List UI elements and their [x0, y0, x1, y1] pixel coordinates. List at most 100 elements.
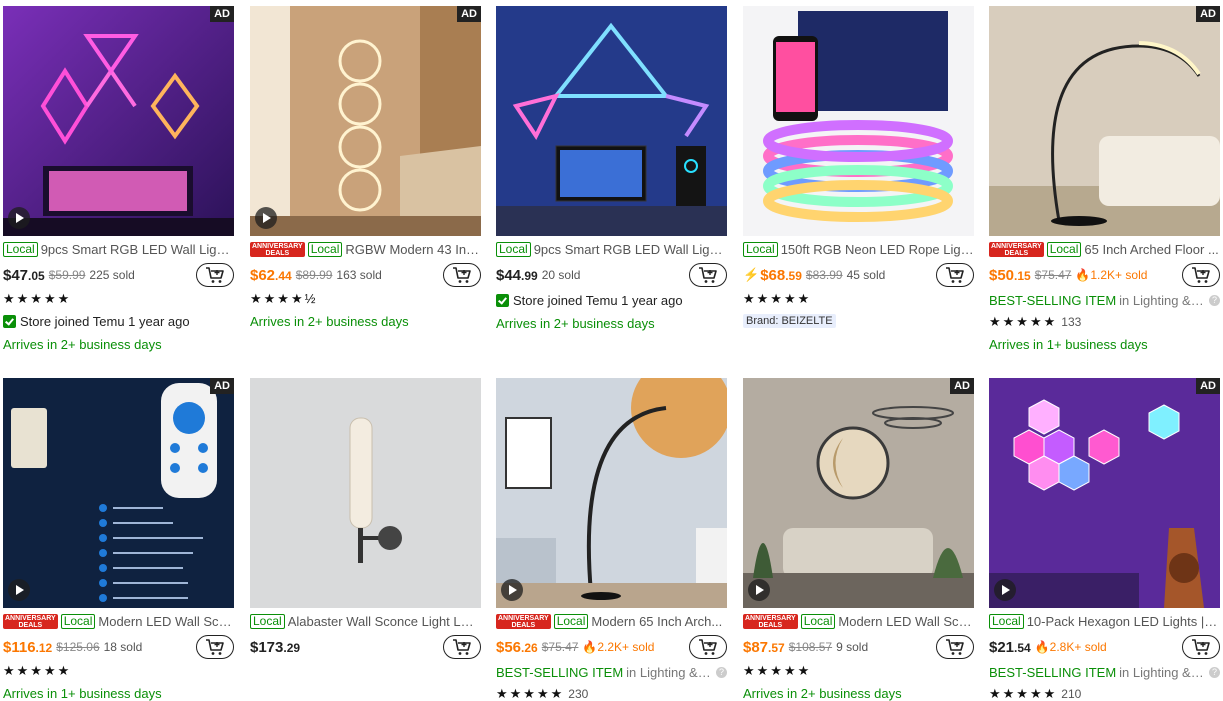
best-selling-row[interactable]: BEST-SELLING ITEM in Lighting & ...? — [989, 290, 1220, 310]
product-card[interactable]: AD ANNIVERSARY DEALS Local 65 Inch Arched Fl… — [989, 6, 1220, 354]
help-icon[interactable]: ? — [716, 666, 727, 678]
product-card[interactable]: AD ANNIVERSARY DEALS Local Modern LED Wall S… — [743, 378, 974, 701]
play-video-icon[interactable] — [501, 579, 523, 601]
product-title-row[interactable]: Local 9pcs Smart RGB LED Wall Light ... — [3, 241, 234, 258]
product-image[interactable] — [496, 378, 727, 608]
add-to-cart-button[interactable] — [689, 635, 727, 659]
local-badge: Local — [800, 614, 836, 629]
anniversary-deals-badge: ANNIVERSARY DEALS — [496, 614, 551, 629]
product-title-row[interactable]: ANNIVERSARY DEALS Local Modern LED Wall Sco… — [743, 613, 974, 630]
product-image[interactable] — [496, 6, 727, 236]
best-selling-label: BEST-SELLING ITEM — [989, 664, 1117, 680]
local-badge: Local — [553, 614, 589, 629]
product-title[interactable]: 9pcs Smart RGB LED Wall Light ... — [41, 242, 234, 257]
product-title-row[interactable]: ANNIVERSARY DEALS Local Modern LED Wall Sco… — [3, 613, 234, 630]
add-to-cart-button[interactable] — [196, 635, 234, 659]
add-to-cart-button[interactable] — [936, 635, 974, 659]
price: $62.44 — [250, 266, 292, 284]
rating-stars: ★★★★★ — [743, 663, 812, 678]
product-title[interactable]: 150ft RGB Neon LED Rope Light... — [781, 242, 974, 257]
local-badge: Local — [3, 242, 38, 257]
rating-stars: ★★★★★ — [3, 663, 72, 678]
product-image[interactable]: AD — [989, 6, 1220, 236]
product-card[interactable]: Local Alabaster Wall Sconce Light LED... $… — [250, 378, 481, 659]
rating-stars: ★★★★★ 230 — [496, 686, 589, 701]
best-selling-row[interactable]: BEST-SELLING ITEM in Lighting & ...? — [496, 662, 727, 682]
ad-badge: AD — [457, 6, 481, 22]
rating-stars: ★★★★★ — [3, 291, 72, 306]
review-count: 230 — [568, 687, 589, 701]
play-video-icon[interactable] — [994, 579, 1016, 601]
product-title[interactable]: Modern 65 Inch Arch... — [591, 614, 722, 629]
product-title[interactable]: 9pcs Smart RGB LED Wall Light ... — [534, 242, 727, 257]
product-title[interactable]: 65 Inch Arched Floor ... — [1084, 242, 1218, 257]
rating-stars: ★★★★★ — [743, 291, 812, 306]
product-card[interactable]: ANNIVERSARY DEALS Local Modern 65 Inch Arch… — [496, 378, 727, 701]
best-selling-row[interactable]: BEST-SELLING ITEM in Lighting & ...? — [989, 662, 1220, 682]
product-card[interactable]: AD ANNIVERSARY DEALS Local Modern LED Wall S… — [3, 378, 234, 701]
original-price: $125.06 — [56, 640, 100, 654]
product-title[interactable]: Alabaster Wall Sconce Light LED... — [288, 614, 481, 629]
product-card[interactable]: AD Local 10-Pack Hexagon LED Lights | A...… — [989, 378, 1220, 701]
product-title-row[interactable]: Local 9pcs Smart RGB LED Wall Light ... — [496, 241, 727, 258]
arrival-info: Arrives in 1+ business days — [3, 685, 162, 701]
ad-badge: AD — [1196, 6, 1220, 22]
play-video-icon[interactable] — [748, 579, 770, 601]
anniversary-deals-badge: ANNIVERSARY DEALS — [743, 614, 798, 629]
hot-sold-count: 🔥1.2K+ sold — [1075, 268, 1148, 282]
product-image[interactable]: AD — [989, 378, 1220, 608]
product-title[interactable]: Modern LED Wall Sco... — [98, 614, 234, 629]
price-row: $56.26 $75.47 🔥2.2K+ sold — [496, 635, 727, 659]
cart-icon — [1192, 639, 1210, 655]
cart-icon — [946, 267, 964, 283]
original-price: $75.47 — [541, 640, 579, 654]
ad-badge: AD — [950, 378, 974, 394]
add-to-cart-button[interactable] — [689, 263, 727, 287]
anniversary-deals-badge: ANNIVERSARY DEALS — [3, 614, 58, 629]
product-image[interactable] — [743, 6, 974, 236]
product-title[interactable]: 10-Pack Hexagon LED Lights | A... — [1027, 614, 1220, 629]
help-icon[interactable]: ? — [1209, 666, 1220, 678]
product-card[interactable]: AD Local 9pcs Smart RGB LED Wall Light ...… — [3, 6, 234, 354]
product-title-row[interactable]: Local 10-Pack Hexagon LED Lights | A... — [989, 613, 1220, 630]
sold-count: 163 sold — [336, 268, 382, 282]
add-to-cart-button[interactable] — [936, 263, 974, 287]
product-title-row[interactable]: Local Alabaster Wall Sconce Light LED... — [250, 613, 481, 630]
product-title[interactable]: RGBW Modern 43 Inc... — [345, 242, 481, 257]
cart-icon — [699, 267, 717, 283]
arrival-info: Arrives in 2+ business days — [743, 685, 902, 701]
help-icon[interactable]: ? — [1209, 294, 1220, 306]
product-image[interactable]: AD — [3, 378, 234, 608]
product-card[interactable]: Local 150ft RGB Neon LED Rope Light... ⚡ $6… — [743, 6, 974, 331]
price: $44.99 — [496, 266, 538, 284]
product-image[interactable]: AD — [250, 6, 481, 236]
best-selling-category[interactable]: in Lighting & ... — [1119, 665, 1205, 680]
product-image[interactable]: AD — [3, 6, 234, 236]
product-title-row[interactable]: ANNIVERSARY DEALS Local Modern 65 Inch Arch… — [496, 613, 727, 630]
sold-count: 45 sold — [846, 268, 886, 282]
product-card[interactable]: Local 9pcs Smart RGB LED Wall Light ... $4… — [496, 6, 727, 333]
product-image[interactable] — [250, 378, 481, 608]
cart-icon — [946, 639, 964, 655]
price: $173.29 — [250, 638, 301, 656]
product-title[interactable]: Modern LED Wall Sco... — [838, 614, 974, 629]
play-video-icon[interactable] — [8, 207, 30, 229]
add-to-cart-button[interactable] — [1182, 635, 1220, 659]
play-video-icon[interactable] — [8, 579, 30, 601]
best-selling-category[interactable]: in Lighting & ... — [1119, 293, 1205, 308]
play-video-icon[interactable] — [255, 207, 277, 229]
add-to-cart-button[interactable] — [1182, 263, 1220, 287]
product-title-row[interactable]: ANNIVERSARY DEALS Local RGBW Modern 43 Inc.… — [250, 241, 481, 258]
product-title-row[interactable]: Local 150ft RGB Neon LED Rope Light... — [743, 241, 974, 258]
add-to-cart-button[interactable] — [443, 635, 481, 659]
add-to-cart-button[interactable] — [443, 263, 481, 287]
price: $56.26 — [496, 638, 538, 656]
lightning-icon: ⚡ — [743, 267, 760, 282]
best-selling-category[interactable]: in Lighting & ... — [626, 665, 712, 680]
product-image[interactable]: AD — [743, 378, 974, 608]
hot-sold-count: 🔥2.2K+ sold — [582, 640, 655, 654]
product-title-row[interactable]: ANNIVERSARY DEALS Local 65 Inch Arched Floo… — [989, 241, 1220, 258]
product-card[interactable]: AD ANNIVERSARY DEALS Local RGBW Modern 43 In… — [250, 6, 481, 331]
price: $50.15 — [989, 266, 1031, 284]
add-to-cart-button[interactable] — [196, 263, 234, 287]
